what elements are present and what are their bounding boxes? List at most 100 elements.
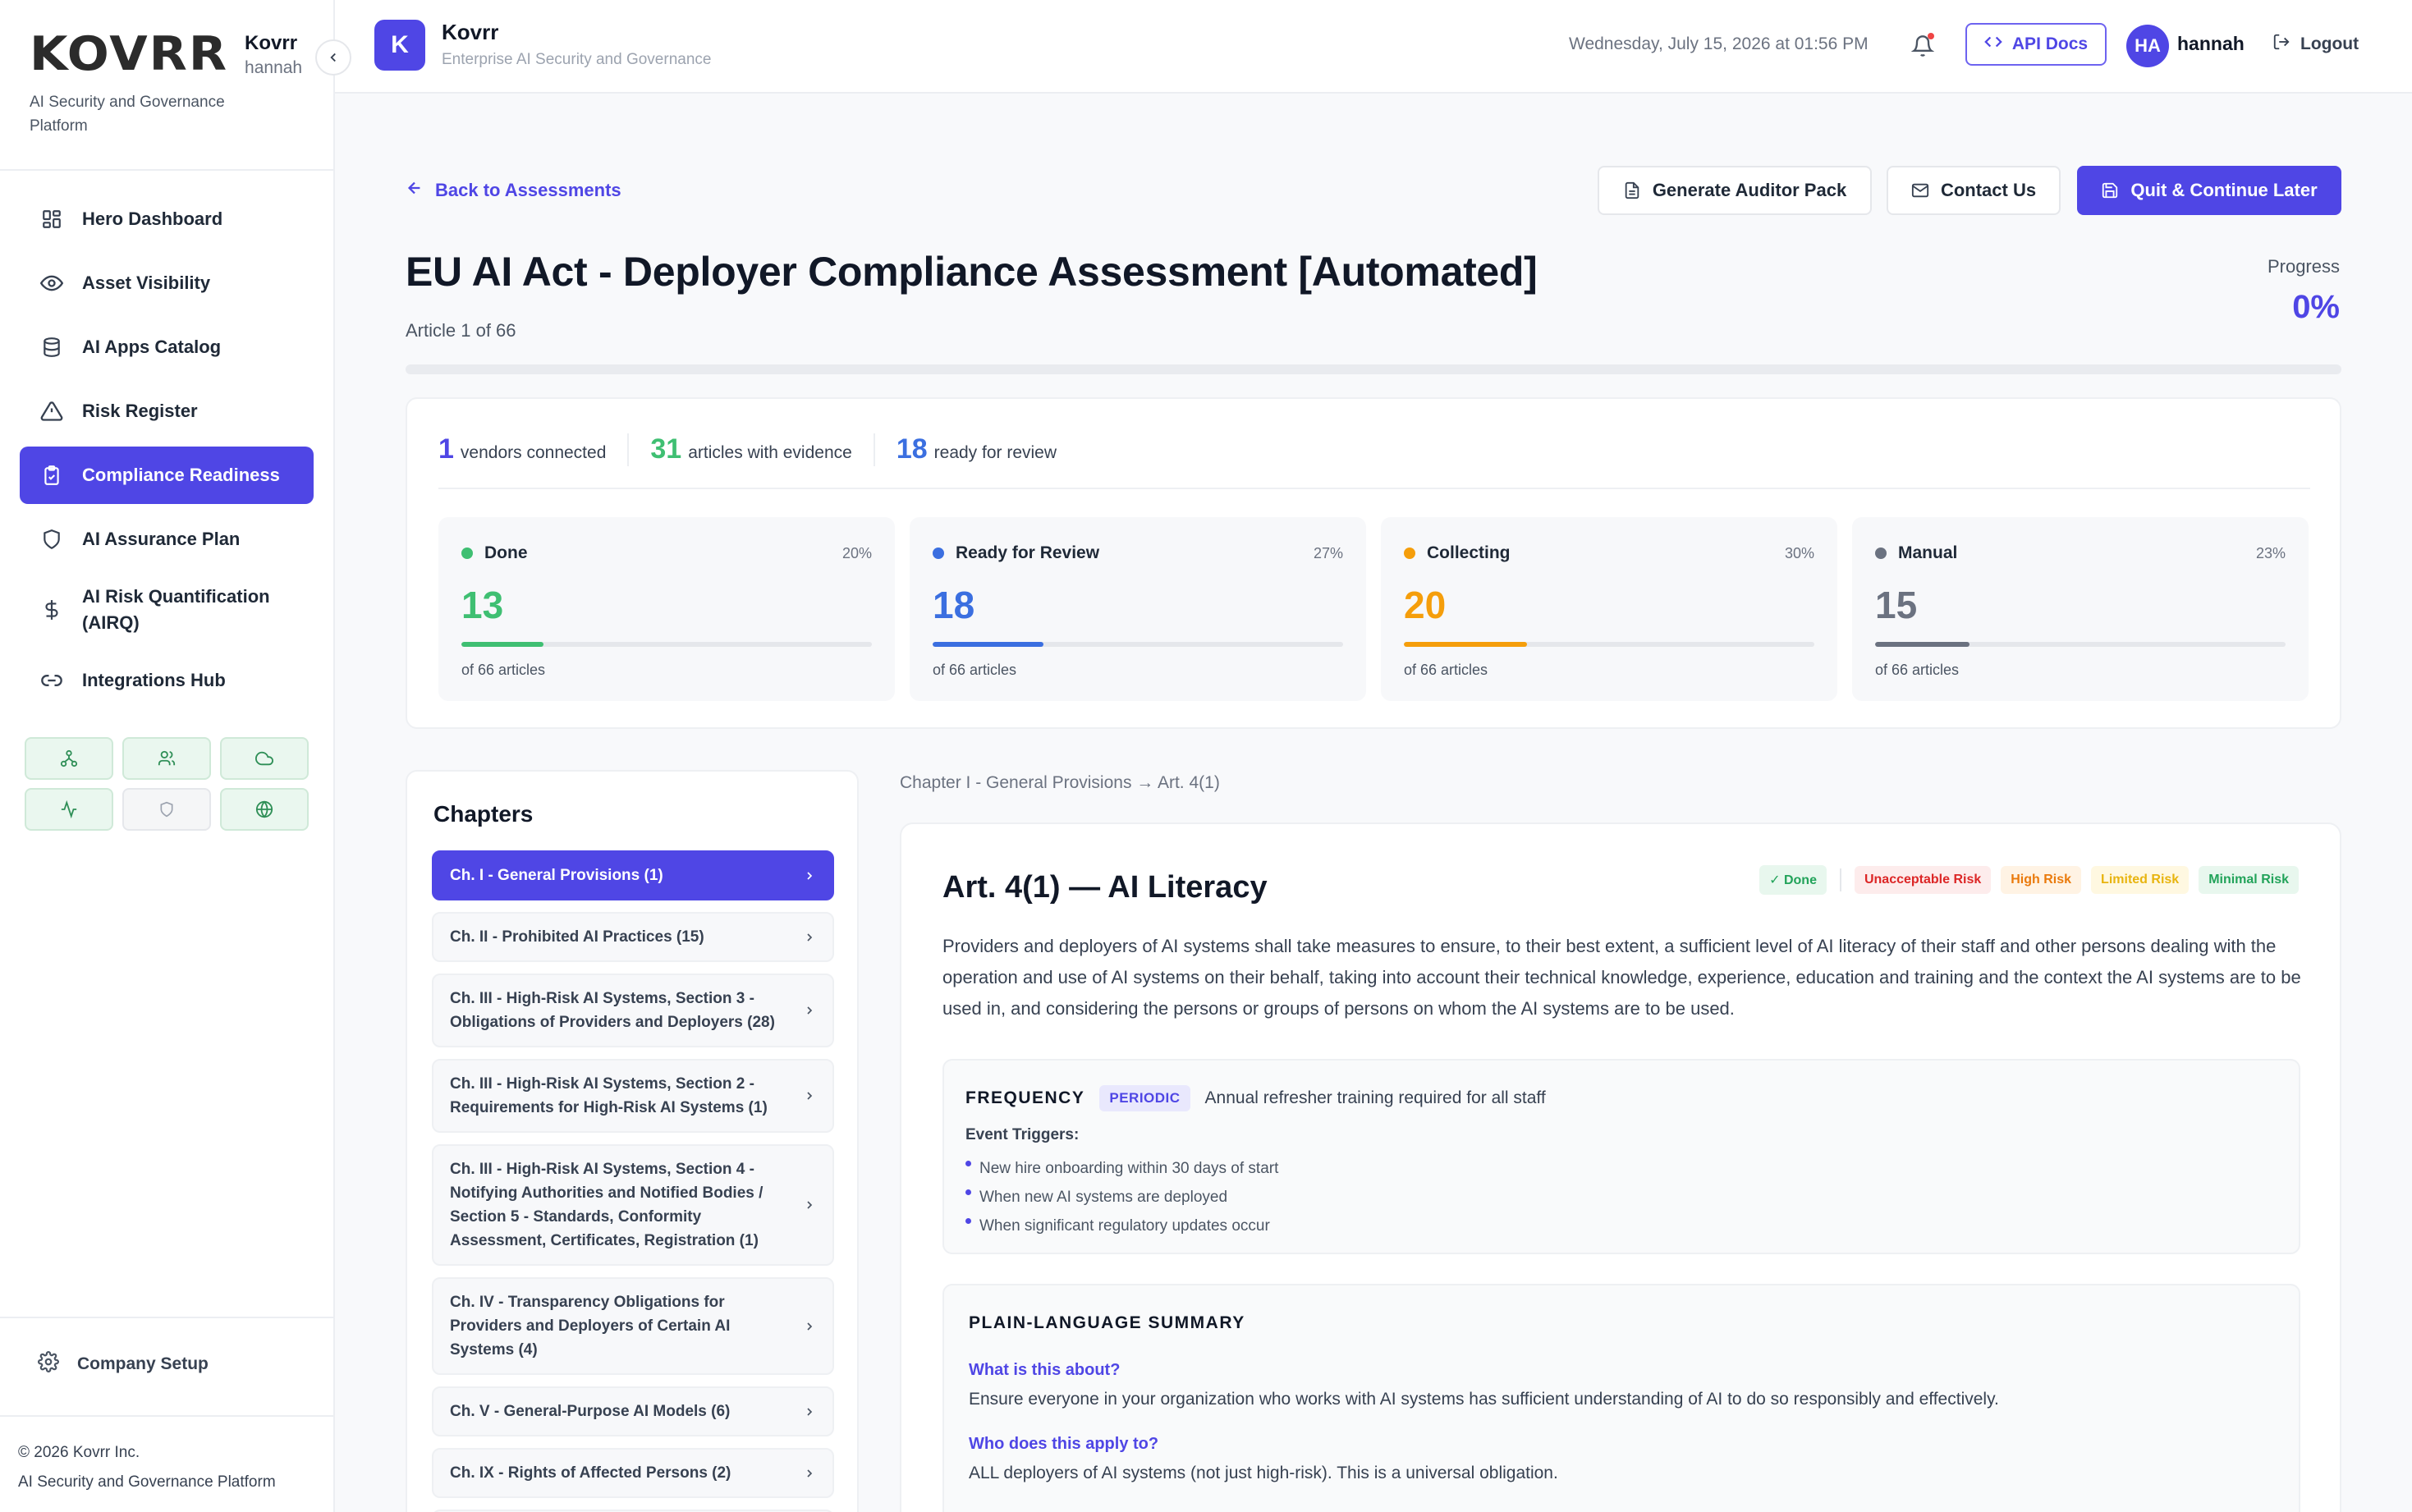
status-box-manual[interactable]: Manual 23% 15 of 66 articles bbox=[1852, 517, 2309, 701]
chevron-right-icon bbox=[803, 1198, 816, 1212]
divider bbox=[627, 433, 630, 466]
avatar[interactable]: HA bbox=[2126, 25, 2169, 67]
eye-icon bbox=[39, 271, 64, 296]
status-bar bbox=[1404, 642, 1814, 647]
article-title: Art. 4(1) — AI Literacy bbox=[942, 870, 1268, 905]
sidebar-item-ai-apps-catalog[interactable]: AI Apps Catalog bbox=[20, 318, 314, 376]
review-count: 18 bbox=[896, 433, 928, 465]
vendors-count: 1 bbox=[438, 433, 454, 465]
page-title: EU AI Act - Deployer Compliance Assessme… bbox=[406, 249, 1538, 295]
quick-users-button[interactable] bbox=[122, 737, 211, 780]
status-box-ready-for-review[interactable]: Ready for Review 27% 18 of 66 articles bbox=[910, 517, 1366, 701]
link-icon bbox=[39, 668, 64, 693]
quick-shield-button[interactable] bbox=[122, 788, 211, 831]
status-of: of 66 articles bbox=[1875, 662, 1960, 678]
divider bbox=[0, 1317, 333, 1318]
bullet bbox=[965, 1218, 971, 1224]
event-triggers-label: Event Triggers: bbox=[965, 1126, 1080, 1143]
generate-auditor-pack-button[interactable]: Generate Auditor Pack bbox=[1598, 166, 1872, 215]
quick-globe-button[interactable] bbox=[220, 788, 309, 831]
org-name: Kovrr bbox=[245, 32, 298, 54]
status-of: of 66 articles bbox=[461, 662, 546, 678]
chapter-item[interactable]: Ch. I - General Provisions (1) bbox=[432, 850, 834, 900]
shield-outline-icon bbox=[160, 801, 173, 818]
logout-button[interactable]: Logout bbox=[2272, 33, 2359, 56]
api-docs-button[interactable]: API Docs bbox=[1965, 23, 2107, 66]
sidebar-item-ai-assurance-plan[interactable]: AI Assurance Plan bbox=[20, 511, 314, 568]
status-bar-fill bbox=[1875, 642, 1969, 647]
status-percent: 20% bbox=[841, 545, 872, 561]
status-box-head: Done bbox=[461, 543, 528, 563]
sidebar-item-hero-dashboard[interactable]: Hero Dashboard bbox=[20, 190, 314, 248]
activity-icon bbox=[61, 800, 77, 818]
sidebar-item-compliance-readiness[interactable]: Compliance Readiness bbox=[20, 447, 314, 504]
trigger-text: When new AI systems are deployed bbox=[979, 1189, 1228, 1206]
sidebar-item-ai-risk-quantification[interactable]: AI Risk Quantification (AIRQ) bbox=[20, 575, 314, 645]
kovrr-logo[interactable]: KOVRR bbox=[30, 31, 228, 78]
grid-icon bbox=[39, 207, 64, 231]
quit-continue-later-button[interactable]: Quit & Continue Later bbox=[2077, 166, 2341, 215]
progress-label: Progress bbox=[2267, 256, 2340, 277]
article-card: Art. 4(1) — AI Literacy ✓ Done Unaccepta… bbox=[900, 822, 2341, 1512]
copyright-text: © 2026 Kovrr Inc. bbox=[18, 1444, 140, 1461]
warning-icon bbox=[39, 399, 64, 424]
sidebar-item-label: Risk Register bbox=[82, 401, 198, 421]
chapter-item[interactable]: Ch. II - Prohibited AI Practices (15) bbox=[432, 912, 834, 962]
status-bar-fill bbox=[461, 642, 543, 647]
divider bbox=[0, 169, 333, 171]
status-percent: 30% bbox=[1784, 545, 1814, 561]
status-label: Done bbox=[484, 543, 528, 562]
app-badge: K bbox=[374, 20, 425, 71]
frequency-panel: FREQUENCY PERIODIC Annual refresher trai… bbox=[942, 1059, 2300, 1254]
chapter-label: Ch. IV - Transparency Obligations for Pr… bbox=[450, 1294, 731, 1359]
quick-cloud-button[interactable] bbox=[220, 737, 309, 780]
company-setup-link[interactable]: Company Setup bbox=[38, 1351, 209, 1377]
chapter-item[interactable]: Ch. III - High-Risk AI Systems, Section … bbox=[432, 974, 834, 1047]
contact-us-label: Contact Us bbox=[1940, 180, 2037, 200]
status-bar-fill bbox=[933, 642, 1043, 647]
article-badges: ✓ Done Unacceptable Risk High Risk Limit… bbox=[1749, 865, 2299, 895]
topbar-username[interactable]: hannah bbox=[2177, 33, 2245, 55]
database-icon bbox=[39, 335, 64, 360]
chapter-item[interactable]: Ch. IX - Rights of Affected Persons (2) bbox=[432, 1448, 834, 1498]
sidebar: KOVRR Kovrr hannah AI Security and Gover… bbox=[0, 0, 335, 1512]
risk-badge-limited: Limited Risk bbox=[2091, 866, 2190, 894]
sidebar-username: hannah bbox=[245, 58, 303, 77]
chevron-right-icon bbox=[803, 869, 816, 882]
sidebar-item-integrations-hub[interactable]: Integrations Hub bbox=[20, 652, 314, 709]
status-dot bbox=[933, 548, 944, 559]
sidebar-item-asset-visibility[interactable]: Asset Visibility bbox=[20, 254, 314, 312]
chapter-label: Ch. III - High-Risk AI Systems, Section … bbox=[450, 1161, 763, 1249]
sidebar-item-label: AI Assurance Plan bbox=[82, 529, 241, 549]
status-dot bbox=[461, 548, 473, 559]
collapse-sidebar-button[interactable] bbox=[315, 39, 351, 76]
status-box-done[interactable]: Done 20% 13 of 66 articles bbox=[438, 517, 895, 701]
status-box-collecting[interactable]: Collecting 30% 20 of 66 articles bbox=[1381, 517, 1837, 701]
notifications-button[interactable] bbox=[1906, 30, 1939, 62]
chevron-right-icon bbox=[803, 1405, 816, 1418]
logout-icon bbox=[2272, 33, 2290, 56]
frequency-tag: PERIODIC bbox=[1099, 1085, 1190, 1111]
chapter-item[interactable]: Ch. V - General-Purpose AI Models (6) bbox=[432, 1386, 834, 1436]
quick-activity-button[interactable] bbox=[25, 788, 113, 831]
chapter-item[interactable]: Ch. III - High-Risk AI Systems, Section … bbox=[432, 1144, 834, 1266]
chapter-item[interactable]: Ch. III - High-Risk AI Systems, Section … bbox=[432, 1059, 834, 1133]
chapter-label: Ch. III - High-Risk AI Systems, Section … bbox=[450, 1075, 768, 1116]
bullet bbox=[965, 1189, 971, 1195]
quit-label: Quit & Continue Later bbox=[2130, 180, 2318, 200]
logout-label: Logout bbox=[2300, 34, 2359, 53]
trigger-item: New hire onboarding within 30 days of st… bbox=[965, 1154, 1278, 1183]
progress-bar bbox=[406, 364, 2341, 374]
stats-card: 1 vendors connected 31 articles with evi… bbox=[406, 397, 2341, 729]
quick-network-button[interactable] bbox=[25, 737, 113, 780]
gear-icon bbox=[38, 1351, 59, 1377]
contact-us-button[interactable]: Contact Us bbox=[1887, 166, 2061, 215]
chapter-item[interactable]: Ch. IV - Transparency Obligations for Pr… bbox=[432, 1277, 834, 1375]
save-icon bbox=[2101, 181, 2119, 199]
summary-question: What is this about? bbox=[969, 1361, 1121, 1379]
trigger-text: New hire onboarding within 30 days of st… bbox=[979, 1160, 1279, 1177]
sidebar-item-risk-register[interactable]: Risk Register bbox=[20, 383, 314, 440]
back-to-assessments-link[interactable]: Back to Assessments bbox=[406, 179, 621, 202]
progress-value: 0% bbox=[2292, 289, 2340, 325]
sidebar-item-label: Integrations Hub bbox=[82, 670, 226, 690]
